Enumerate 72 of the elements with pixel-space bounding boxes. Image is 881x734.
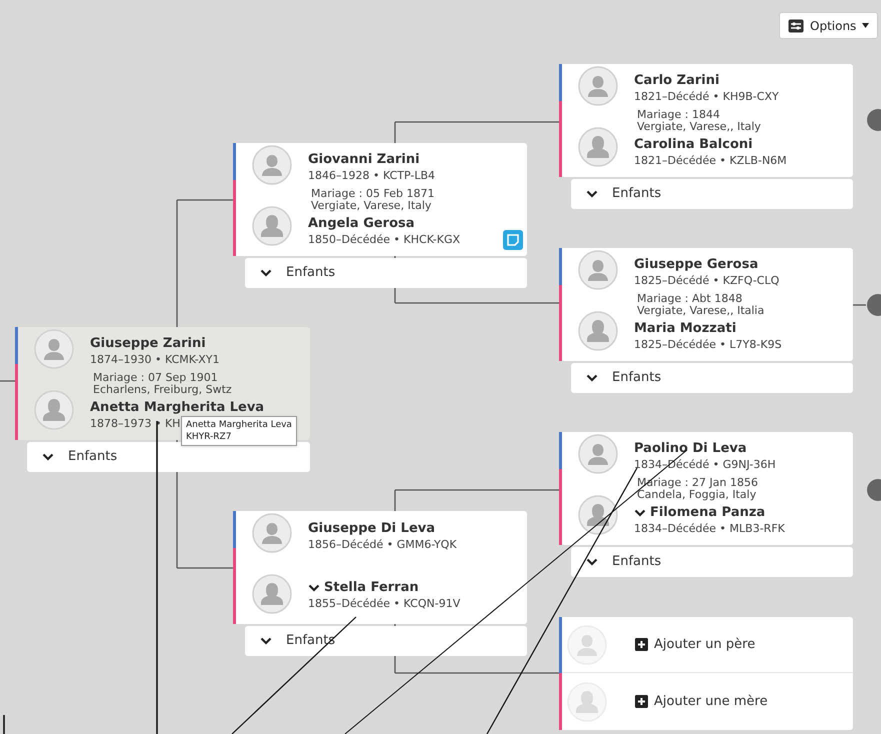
sliders-icon	[788, 18, 804, 32]
person-details: 1821–Décédé • KH9B-CXY	[634, 89, 779, 105]
avatar-icon	[252, 206, 292, 246]
avatar-icon	[578, 250, 618, 290]
person-name[interactable]: Paolino Di Leva	[634, 441, 747, 457]
children-toggle[interactable]: Enfants	[27, 442, 310, 472]
connector-line	[853, 304, 866, 306]
avatar-icon	[578, 311, 618, 351]
person-name[interactable]: Maria Mozzati	[634, 321, 736, 337]
avatar-icon	[578, 434, 618, 474]
avatar-icon	[252, 574, 292, 614]
tooltip-text: Anetta Margherita Leva	[186, 419, 292, 431]
chevron-icon[interactable]	[260, 269, 272, 277]
avatar-icon	[578, 127, 618, 167]
avatar-icon	[578, 495, 618, 535]
expand-button[interactable]	[866, 478, 881, 502]
person-details: 1825–Décédée • L7Y8-K9S	[634, 337, 782, 353]
marriage-date: Mariage : 05 Feb 1871	[311, 188, 436, 200]
person-details: 1850–Décédée • KHCK-KGX	[308, 232, 460, 248]
person-details: 1846–1928 • KCTP-LB4	[308, 168, 436, 184]
marriage-place: Vergiate, Varese, Italy	[311, 200, 432, 212]
marriage-place: Echarlens, Freiburg, Swtz	[93, 384, 233, 396]
chevron-icon[interactable]	[586, 374, 598, 382]
avatar-icon	[34, 390, 74, 430]
add-father-button[interactable]: Ajouter un père	[635, 634, 756, 654]
chevron-icon[interactable]	[586, 190, 598, 198]
avatar-icon	[567, 624, 607, 664]
expand-button[interactable]	[866, 293, 881, 317]
children-toggle[interactable]: Enfants	[245, 258, 527, 288]
person-details: 1855–Décédée • KCQN-91V	[308, 596, 460, 612]
avatar-icon	[252, 513, 292, 553]
chevron-icon[interactable]	[308, 584, 320, 592]
avatar-icon	[578, 66, 618, 106]
plus-icon	[635, 695, 648, 708]
caret-icon	[862, 23, 870, 28]
person-details: 1874–1930 • KCMK-XY1	[90, 352, 220, 368]
options-button[interactable]: Options	[779, 12, 878, 39]
person-details: 1834–Décédée • MLB3-RFK	[634, 521, 785, 537]
marriage-place: Candela, Foggia, Italy	[637, 489, 758, 501]
marriage-date: Mariage : 1844	[637, 109, 721, 121]
person-name[interactable]: Giuseppe Di Leva	[308, 521, 436, 537]
chevron-icon[interactable]	[634, 509, 646, 517]
person-details: 1821–Décédée • KZLB-N6M	[634, 153, 787, 169]
plus-icon	[635, 638, 648, 651]
leader-line	[3, 715, 5, 734]
person-name[interactable]: Filomena Panza	[650, 505, 766, 521]
person-details: 1825–Décédé • KZFQ-CLQ	[634, 273, 780, 289]
chevron-icon[interactable]	[42, 453, 54, 461]
person-name[interactable]: Anetta Margherita Leva	[90, 400, 264, 416]
marriage-place: Vergiate, Varese,, Italia	[637, 305, 766, 317]
person-name[interactable]: Giuseppe Zarini	[90, 336, 206, 352]
marriage-date: Mariage : Abt 1848	[637, 293, 744, 305]
children-toggle[interactable]: Enfants	[571, 179, 853, 209]
marriage-place: Vergiate, Varese,, Italy	[637, 121, 762, 133]
avatar-icon	[567, 682, 607, 722]
children-toggle[interactable]: Enfants	[571, 363, 853, 393]
avatar-icon	[252, 145, 292, 185]
marriage-date: Mariage : 07 Sep 1901	[93, 372, 219, 384]
chevron-icon[interactable]	[586, 558, 598, 566]
person-name[interactable]: Giuseppe Gerosa	[634, 257, 758, 273]
person-name[interactable]: Angela Gerosa	[308, 216, 415, 232]
add-mother-button[interactable]: Ajouter une mère	[635, 692, 768, 712]
chevron-icon[interactable]	[260, 637, 272, 645]
person-name[interactable]: Stella Ferran	[324, 580, 419, 596]
person-name[interactable]: Carolina Balconi	[634, 137, 753, 153]
children-toggle[interactable]: Enfants	[571, 547, 853, 577]
person-name[interactable]: Giovanni Zarini	[308, 152, 420, 168]
person-name[interactable]: Carlo Zarini	[634, 73, 720, 89]
person-details: 1856–Décédé • GMM6-YQK	[308, 537, 457, 553]
tooltip-text: KHYR-RZ7	[186, 431, 232, 443]
expand-button[interactable]	[866, 108, 881, 132]
note-icon[interactable]	[503, 230, 523, 250]
